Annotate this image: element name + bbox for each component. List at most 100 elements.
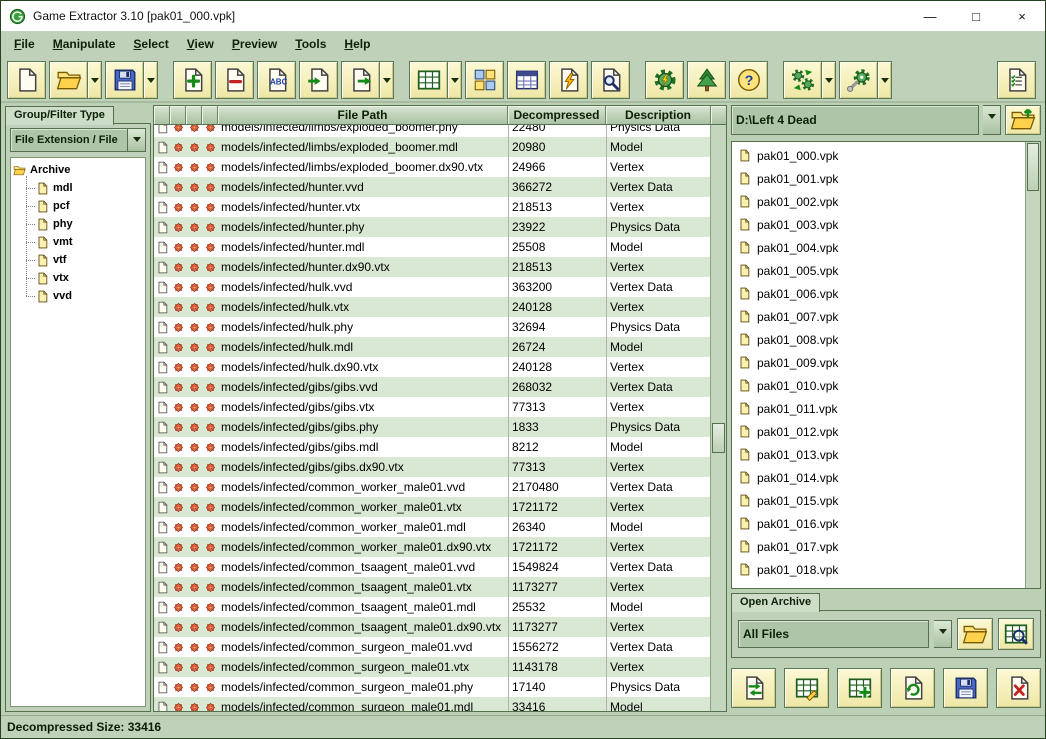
refresh-button[interactable] [890, 668, 935, 708]
analyze-archive-button[interactable] [998, 618, 1034, 650]
table-row[interactable]: models/infected/hulk.vtx240128Vertex [154, 297, 711, 317]
run-script-button[interactable] [645, 61, 684, 99]
archive-list-item[interactable]: pak01_013.vpk [732, 443, 1026, 466]
filter-type-dropdown[interactable]: File Extension / File [10, 128, 128, 152]
description-column-header[interactable]: Description [606, 106, 711, 125]
convert-archive-button[interactable] [783, 61, 822, 99]
scrollbar-thumb[interactable] [712, 423, 725, 453]
table-row[interactable]: models/infected/common_surgeon_male01.vt… [154, 657, 711, 677]
process-archive-dropdown-arrow[interactable] [878, 61, 892, 99]
search-files-button[interactable] [591, 61, 630, 99]
directory-dropdown-arrow[interactable] [983, 105, 1001, 135]
table-row[interactable]: models/infected/hunter.vtx218513Vertex [154, 197, 711, 217]
scrollbar-thumb[interactable] [1027, 143, 1039, 191]
open-archive-dropdown-arrow[interactable] [88, 61, 102, 99]
table-row[interactable]: models/infected/common_worker_male01.mdl… [154, 517, 711, 537]
menu-tools[interactable]: Tools [286, 34, 335, 54]
save-archive-dropdown-arrow[interactable] [144, 61, 158, 99]
parent-directory-button[interactable] [1005, 105, 1041, 135]
directory-tree-button[interactable] [687, 61, 726, 99]
archive-list-item[interactable]: pak01_000.vpk [732, 144, 1026, 167]
close-button[interactable]: × [999, 1, 1045, 31]
table-row[interactable]: models/infected/gibs/gibs.vtx77313Vertex [154, 397, 711, 417]
tree-item-pcf[interactable]: pcf [22, 197, 143, 215]
table-row[interactable]: models/infected/limbs/exploded_boomer.md… [154, 137, 711, 157]
save-archive-button[interactable] [105, 61, 144, 99]
table-row[interactable]: models/infected/limbs/exploded_boomer.dx… [154, 157, 711, 177]
archive-list-item[interactable]: pak01_003.vpk [732, 213, 1026, 236]
archive-list-item[interactable]: pak01_009.vpk [732, 351, 1026, 374]
archive-list-item[interactable]: pak01_002.vpk [732, 190, 1026, 213]
remove-files-button[interactable] [215, 61, 254, 99]
icon-column-header[interactable] [202, 106, 218, 125]
table-row[interactable]: models/infected/common_worker_male01.vvd… [154, 477, 711, 497]
table-row[interactable]: models/infected/hulk.phy32694Physics Dat… [154, 317, 711, 337]
options-button[interactable] [997, 61, 1036, 99]
tree-root-archive[interactable]: Archive [13, 161, 143, 179]
directory-dropdown[interactable]: D:\Left 4 Dead [731, 105, 979, 135]
tree-item-vtf[interactable]: vtf [22, 251, 143, 269]
column-format-dropdown-arrow[interactable] [448, 61, 462, 99]
convert-archive-button[interactable] [731, 668, 776, 708]
table-row[interactable]: models/infected/common_surgeon_male01.vv… [154, 637, 711, 657]
archive-list-item[interactable]: pak01_018.vpk [732, 558, 1026, 581]
table-row[interactable]: models/infected/common_worker_male01.dx9… [154, 537, 711, 557]
table-row[interactable]: models/infected/hunter.mdl25508Model [154, 237, 711, 257]
table-row[interactable]: models/infected/gibs/gibs.vvd268032Verte… [154, 377, 711, 397]
process-archive-button[interactable] [839, 61, 878, 99]
menu-preview[interactable]: Preview [223, 34, 286, 54]
table-row[interactable]: models/infected/common_tsaagent_male01.v… [154, 557, 711, 577]
tree-item-vmt[interactable]: vmt [22, 233, 143, 251]
table-row[interactable]: models/infected/hulk.vvd363200Vertex Dat… [154, 277, 711, 297]
archive-list-item[interactable]: pak01_007.vpk [732, 305, 1026, 328]
table-row[interactable]: models/infected/gibs/gibs.phy1833Physics… [154, 417, 711, 437]
menu-manipulate[interactable]: Manipulate [44, 34, 125, 54]
menu-help[interactable]: Help [335, 34, 379, 54]
archive-list-item[interactable]: pak01_006.vpk [732, 282, 1026, 305]
edit-script-button[interactable] [784, 668, 829, 708]
table-row[interactable]: models/infected/hunter.dx90.vtx218513Ver… [154, 257, 711, 277]
table-row[interactable]: models/infected/gibs/gibs.mdl8212Model [154, 437, 711, 457]
convert-archive-dropdown-arrow[interactable] [822, 61, 836, 99]
new-archive-button[interactable] [7, 61, 46, 99]
archive-list-item[interactable]: pak01_016.vpk [732, 512, 1026, 535]
table-row[interactable]: models/infected/common_surgeon_male01.ph… [154, 677, 711, 697]
file-list-scrollbar[interactable] [1025, 142, 1040, 588]
open-archive-button[interactable] [49, 61, 88, 99]
file-table-scrollbar[interactable] [710, 125, 726, 711]
tab-group-filter-type[interactable]: Group/Filter Type [5, 106, 114, 125]
open-archive-folder-button[interactable] [957, 618, 993, 650]
table-row[interactable]: models/infected/common_tsaagent_male01.d… [154, 617, 711, 637]
table-row[interactable]: models/infected/common_surgeon_male01.md… [154, 697, 711, 711]
maximize-button[interactable]: □ [953, 1, 999, 31]
table-row[interactable]: models/infected/hulk.dx90.vtx240128Verte… [154, 357, 711, 377]
tab-open-archive[interactable]: Open Archive [731, 593, 820, 612]
table-row[interactable]: models/infected/common_tsaagent_male01.v… [154, 577, 711, 597]
file-filter-dropdown-arrow[interactable] [934, 620, 952, 648]
tree-item-vvd[interactable]: vvd [22, 287, 143, 305]
rename-files-button[interactable]: ABC [257, 61, 296, 99]
file-path-column-header[interactable]: File Path [218, 106, 508, 125]
thumbnail-view-button[interactable] [465, 61, 504, 99]
replace-files-button[interactable] [299, 61, 338, 99]
preview-file-button[interactable] [549, 61, 588, 99]
cancel-button[interactable] [996, 668, 1041, 708]
extract-files-button[interactable] [341, 61, 380, 99]
help-button[interactable]: ? [729, 61, 768, 99]
icon-column-header[interactable] [170, 106, 186, 125]
icon-column-header[interactable] [186, 106, 202, 125]
table-row[interactable]: models/infected/hunter.phy23922Physics D… [154, 217, 711, 237]
decompressed-column-header[interactable]: Decompressed [508, 106, 606, 125]
table-view-button[interactable] [507, 61, 546, 99]
minimize-button[interactable]: — [907, 1, 953, 31]
menu-file[interactable]: File [5, 34, 44, 54]
table-row[interactable]: models/infected/gibs/gibs.dx90.vtx77313V… [154, 457, 711, 477]
filter-type-dropdown-arrow[interactable] [128, 128, 146, 152]
archive-list-item[interactable]: pak01_010.vpk [732, 374, 1026, 397]
add-files-button[interactable] [173, 61, 212, 99]
archive-list-item[interactable]: pak01_017.vpk [732, 535, 1026, 558]
file-filter-dropdown[interactable]: All Files [738, 620, 929, 648]
archive-list-item[interactable]: pak01_005.vpk [732, 259, 1026, 282]
archive-list-item[interactable]: pak01_012.vpk [732, 420, 1026, 443]
tree-item-mdl[interactable]: mdl [22, 179, 143, 197]
